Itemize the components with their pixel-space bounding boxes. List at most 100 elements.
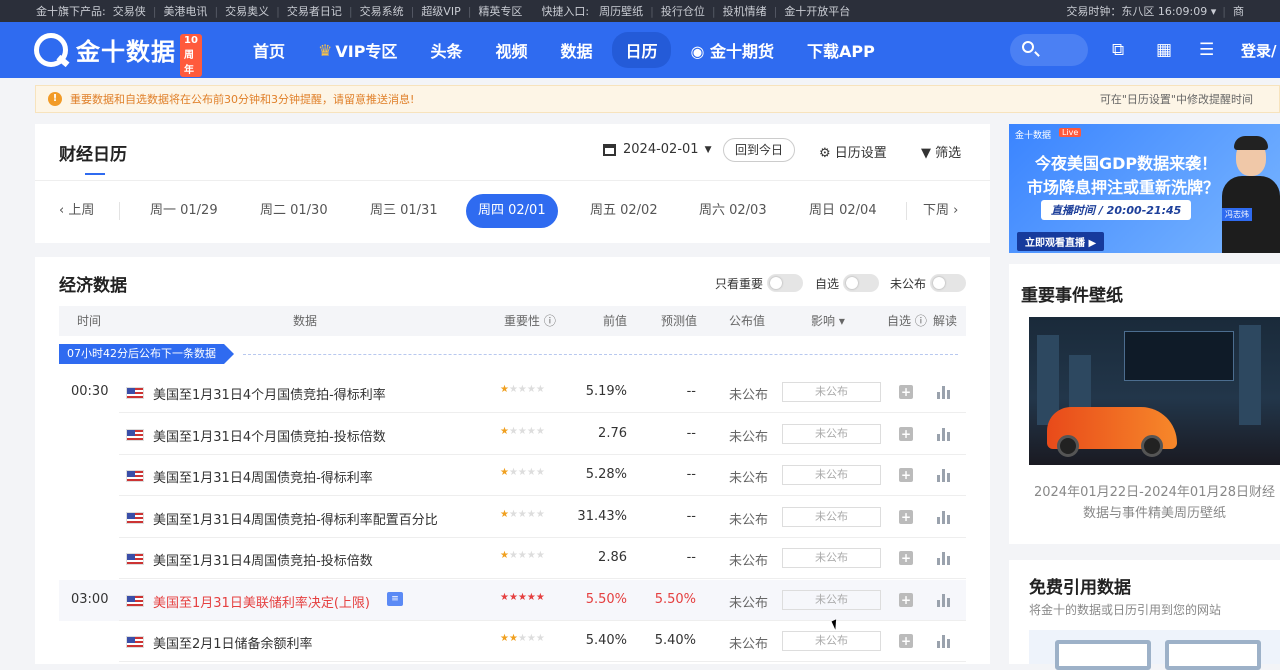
search-box[interactable] [1010,34,1088,66]
back-to-today-button[interactable]: 回到今日 [723,138,796,162]
product-link[interactable]: 交易者日记 [287,3,342,19]
nav-item-headlines[interactable]: 头条 [417,32,475,68]
product-link[interactable]: 超级VIP [421,3,460,19]
tv-icon[interactable]: ⧉ [1112,40,1124,60]
next-week-button[interactable]: 下周 › [923,194,958,228]
wallpaper-panel: 重要事件壁纸 2024年01月22日-2024年01月28日财经数据与事件精美周… [1009,264,1280,544]
toggle-label: 自选 [815,276,840,291]
add-watchlist-icon[interactable]: + [899,385,913,399]
row-forecast: -- [686,425,696,441]
trading-clock[interactable]: 交易时钟：东八区 16:09:09 ▾ [1066,3,1216,19]
nav-item-calendar[interactable]: 日历 [612,32,671,68]
prev-week-label: 上周 [68,203,95,218]
quick-link[interactable]: 投机情绪 [723,3,767,19]
day-tab[interactable]: 周一 01/29 [150,194,218,228]
toggle-switch[interactable] [930,274,967,292]
list-icon[interactable]: ☰ [1199,40,1214,60]
toggle-switch[interactable] [843,274,880,292]
wallpaper-image[interactable] [1029,317,1280,465]
table-row[interactable]: 美国至2月1日储备余额利率 ★★★★★ 5.40% 5.40% 未公布 未公布 + [59,621,966,662]
banner-brand: 金十数据 [1015,131,1052,141]
prev-week-button[interactable]: ‹ 上周 [59,194,94,228]
table-row[interactable]: 00:30 美国至1月31日4个月国债竞拍-得标利率 ★★★★★ 5.19% -- 未公布… [59,372,966,413]
product-link[interactable]: 精英专区 [478,3,522,19]
quick-link[interactable]: 金十开放平台 [784,3,850,19]
watch-live-button[interactable]: 立即观看直播 ▶ [1017,232,1105,251]
analysis-chart-icon[interactable] [937,510,951,524]
us-flag-icon [126,553,144,565]
add-watchlist-icon[interactable]: + [899,592,913,607]
analysis-chart-icon[interactable] [937,386,951,399]
nav-item-home[interactable]: 首页 [240,32,298,68]
analysis-chart-icon[interactable] [937,635,951,648]
nav-item-vip[interactable]: ♛ VIP专区 [305,32,410,68]
site-logo[interactable]: 金十数据 10周年 [34,32,202,77]
logo-text: 金十数据 [76,38,176,66]
row-name[interactable]: 美国至2月1日储备余额利率 [153,633,313,652]
row-name[interactable]: 美国至1月31日4个月国债竞拍-投标倍数 [153,426,386,445]
row-name[interactable]: 美国至1月31日美联储利率决定(上限) [153,592,370,611]
row-name[interactable]: 美国至1月31日4周国债竞拍-得标利率配置百分比 [153,509,438,528]
product-link[interactable]: 交易系统 [360,3,404,19]
embed-preview[interactable] [1029,630,1280,670]
row-name[interactable]: 美国至1月31日4个月国债竞拍-得标利率 [153,384,386,403]
notice-bar: ! 重要数据和自选数据将在公布前30分钟和3分钟提醒，请留意推送消息! 可在"日… [35,85,1280,113]
product-link[interactable]: 交易奥义 [225,3,269,19]
row-previous: 5.40% [585,633,627,648]
col-impact[interactable]: 影响 ▾ [811,306,845,336]
add-watchlist-icon[interactable]: + [899,426,913,441]
panel-title: 重要事件壁纸 [1021,286,1123,306]
row-previous: 2.86 [598,550,627,565]
quick-link[interactable]: 周历壁纸 [599,3,643,19]
more-link[interactable]: 商 [1233,3,1244,19]
product-link[interactable]: 交易侠 [113,3,146,19]
col-importance[interactable]: 重要性 ⓘ [504,306,556,336]
table-row[interactable]: 美国至1月31日4个月国债竞拍-投标倍数 ★★★★★ 2.76 -- 未公布 未公布 + [59,414,966,455]
product-link[interactable]: 美港电讯 [163,3,207,19]
table-row[interactable]: 美国至1月31日4周国债竞拍-投标倍数 ★★★★★ 2.86 -- 未公布 未公布 + [59,538,966,579]
analysis-chart-icon[interactable] [937,469,951,482]
live-stream-banner[interactable]: 金十数据 Live 今夜美国GDP数据来袭！ 市场降息押注或重新洗牌？ 直播时间… [1009,124,1280,253]
page-title: 财经日历 [59,145,127,165]
wallpaper-caption[interactable]: 2024年01月22日-2024年01月28日财经数据与事件精美周历壁纸 [1029,482,1280,524]
logo-mark-icon [34,32,68,67]
quick-link[interactable]: 投行仓位 [661,3,705,19]
day-tab[interactable]: 周六 02/03 [699,194,767,228]
watchlist-toggle[interactable]: 自选 [815,274,880,292]
table-row[interactable]: 美国至1月31日4周国债竞拍-得标利率配置百分比 ★★★★★ 31.43% -- 未公布… [59,497,966,538]
date-picker[interactable]: 2024-02-01 ▼ [603,142,711,157]
nav-item-futures[interactable]: ◉ 金十期货 [678,32,788,68]
analysis-chart-icon[interactable] [937,552,951,565]
calendar-settings-button[interactable]: ⚙ 日历设置 [819,142,887,161]
toggle-switch[interactable] [767,274,804,292]
nav-item-video[interactable]: 视频 [482,32,540,68]
qrcode-icon[interactable]: ▦ [1156,40,1172,60]
nav-item-data[interactable]: 数据 [547,32,605,68]
table-row[interactable]: 美国至1月31日4周国债竞拍-得标利率 ★★★★★ 5.28% -- 未公布 未公布 + [59,455,966,496]
row-name[interactable]: 美国至1月31日4周国债竞拍-得标利率 [153,467,373,486]
analysis-chart-icon[interactable] [937,593,951,607]
day-tab[interactable]: 周五 02/02 [590,194,658,228]
day-tab[interactable]: 周三 01/31 [370,194,438,228]
document-icon[interactable]: ≡ [387,591,403,606]
important-only-toggle[interactable]: 只看重要 [715,274,804,292]
day-tab[interactable]: 周二 01/30 [260,194,328,228]
nav-menu: 首页 ♛ VIP专区 头条 视频 数据 日历 ◉ 金十期货 下载APP [240,22,895,78]
importance-stars: ★★★★★ [500,425,545,437]
day-tab-active[interactable]: 周四 02/01 [466,194,558,228]
analysis-chart-icon[interactable] [937,427,951,441]
col-watchlist[interactable]: 自选 ⓘ [887,306,927,336]
add-watchlist-icon[interactable]: + [899,468,913,482]
login-link[interactable]: 登录/ [1241,40,1276,61]
unpublished-toggle[interactable]: 未公布 [890,274,967,292]
nav-item-download-app[interactable]: 下载APP [794,32,888,68]
add-watchlist-icon[interactable]: + [899,634,913,648]
row-published: 未公布 [729,471,769,486]
day-tab[interactable]: 周日 02/04 [809,194,877,228]
table-row[interactable]: 03:00 美国至1月31日美联储利率决定(上限) ≡ ★★★★★ 5.50% 5.50%… [59,579,966,621]
panel-subtitle: 将金十的数据或日历引用到您的网站 [1029,603,1222,617]
filter-button[interactable]: ▼ 筛选 [921,142,961,161]
add-watchlist-icon[interactable]: + [899,509,913,524]
add-watchlist-icon[interactable]: + [899,551,913,565]
row-name[interactable]: 美国至1月31日4周国债竞拍-投标倍数 [153,550,373,569]
